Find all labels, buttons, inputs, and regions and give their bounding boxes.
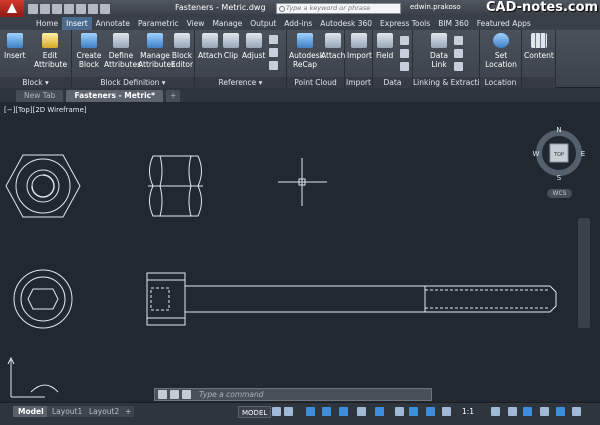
isodraft-icon[interactable] — [339, 407, 348, 416]
wrench-icon[interactable] — [170, 390, 179, 399]
object-snap-icon[interactable] — [375, 407, 384, 416]
hardware-acceleration-icon[interactable] — [540, 407, 549, 416]
hex-nut-front-view — [5, 154, 81, 218]
navigation-bar[interactable] — [578, 218, 590, 328]
hex-nut-side-view — [148, 155, 203, 217]
command-line: Type a command — [154, 388, 432, 401]
status-bar: Model Layout1 Layout2 + MODEL 1:1 — [0, 402, 600, 425]
compass-north[interactable]: N — [556, 126, 561, 134]
annotation-visibility-icon[interactable] — [426, 407, 435, 416]
tab-layout1[interactable]: Layout1 — [47, 406, 88, 417]
tab-layout2[interactable]: Layout2 — [84, 406, 125, 417]
compass-west[interactable]: W — [533, 150, 540, 158]
compass-east[interactable]: E — [581, 150, 585, 158]
grid-icon[interactable] — [272, 407, 281, 416]
annotation-scale[interactable]: 1:1 — [462, 407, 474, 416]
viewcube-top-face[interactable]: TOP — [553, 152, 564, 158]
wcs-menu[interactable]: WCS — [547, 189, 572, 198]
compass-south[interactable]: S — [557, 174, 562, 182]
object-snap-tracking-icon[interactable] — [357, 407, 366, 416]
customization-icon[interactable] — [572, 407, 581, 416]
auto-scale-icon[interactable] — [442, 407, 451, 416]
isolate-objects-icon[interactable] — [523, 407, 532, 416]
command-history-icon[interactable] — [182, 390, 191, 399]
close-icon[interactable] — [158, 390, 167, 399]
tab-model[interactable]: Model — [13, 406, 49, 417]
ucs-icon — [7, 356, 59, 398]
command-input[interactable]: Type a command — [199, 390, 264, 399]
autocad-window: Fasteners - Metric.dwg Type a keyword or… — [0, 0, 600, 425]
add-layout-button[interactable]: + — [122, 406, 135, 417]
snap-icon[interactable] — [284, 407, 293, 416]
polar-icon[interactable] — [322, 407, 331, 416]
workspace-icon[interactable] — [491, 407, 500, 416]
model-space-button[interactable]: MODEL — [238, 406, 272, 418]
lineweight-icon[interactable] — [395, 407, 404, 416]
ortho-icon[interactable] — [306, 407, 315, 416]
clean-screen-icon[interactable] — [556, 407, 565, 416]
crosshair-cursor — [278, 158, 327, 206]
transparency-icon[interactable] — [409, 407, 418, 416]
socket-head-front-view — [13, 269, 73, 329]
drawing-canvas: TOP N S E W — [5, 126, 585, 398]
cap-screw-side-view — [146, 272, 557, 326]
plus-icon[interactable] — [508, 407, 517, 416]
